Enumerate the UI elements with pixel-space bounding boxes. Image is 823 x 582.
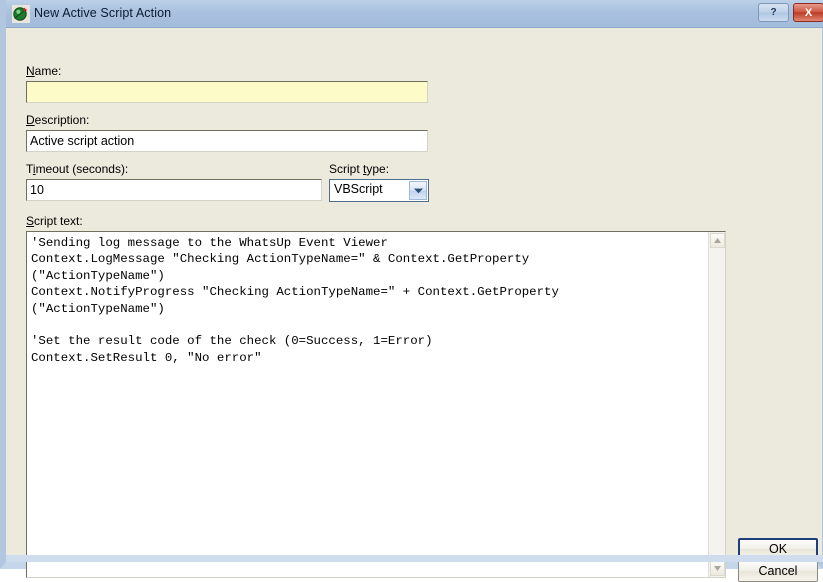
timeout-label-rest: meout (seconds): [36, 162, 129, 176]
name-label-accel: N [26, 64, 35, 78]
script-type-dropdown[interactable]: VBScript [329, 179, 429, 202]
window-title: New Active Script Action [34, 6, 171, 20]
dialog-client-area: Name: Description: Timeout (seconds): Sc… [12, 28, 822, 555]
script-text-container: 'Sending log message to the WhatsUp Even… [26, 231, 726, 578]
script-text-label-accel: S [26, 214, 34, 228]
script-type-label-rest: ype: [366, 162, 389, 176]
script-text-label: Script text: [26, 214, 83, 228]
script-text-input[interactable]: 'Sending log message to the WhatsUp Even… [27, 232, 707, 577]
script-type-label-pre: Script [329, 162, 363, 176]
window-controls: ? X [758, 3, 823, 22]
timeout-label: Timeout (seconds): [26, 162, 128, 176]
green-globe-icon [12, 5, 30, 23]
script-text-label-rest: cript text: [34, 214, 83, 228]
name-input[interactable] [26, 81, 428, 103]
description-label-accel: D [26, 113, 35, 127]
timeout-label-pre: T [26, 162, 33, 176]
help-button[interactable]: ? [758, 3, 789, 22]
description-label-rest: escription: [35, 113, 90, 127]
description-input[interactable] [26, 130, 428, 152]
title-bar: New Active Script Action ? X [6, 0, 823, 28]
scroll-up-icon[interactable] [710, 233, 725, 248]
name-label-rest: ame: [35, 64, 62, 78]
close-button[interactable]: X [793, 3, 823, 22]
timeout-input[interactable] [26, 179, 322, 201]
window-bottom-border [6, 555, 823, 562]
name-label: Name: [26, 64, 61, 78]
script-type-label: Script type: [329, 162, 389, 176]
script-type-value: VBScript [334, 182, 383, 196]
cancel-button[interactable]: Cancel [738, 560, 818, 582]
script-scrollbar[interactable] [708, 232, 725, 577]
chevron-down-icon[interactable] [409, 181, 427, 200]
dialog-window: New Active Script Action ? X Name: Descr… [0, 0, 823, 569]
description-label: Description: [26, 113, 89, 127]
